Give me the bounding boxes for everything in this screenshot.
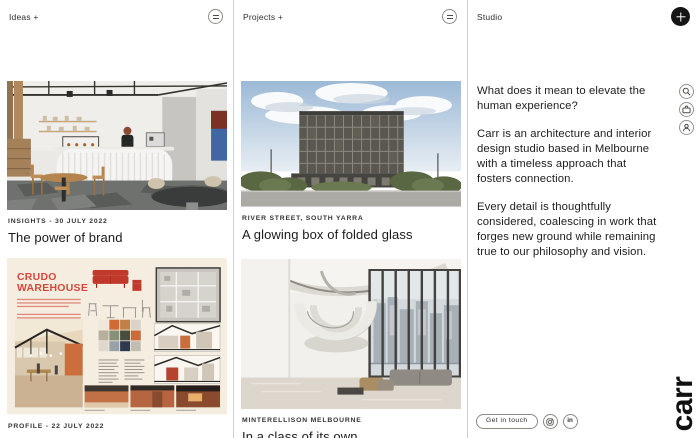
building-exterior-image xyxy=(241,81,461,207)
search-button[interactable] xyxy=(679,84,694,99)
article-title: A glowing box of folded glass xyxy=(242,227,467,242)
studio-intro: What does it mean to elevate the human e… xyxy=(468,26,700,260)
briefcase-icon xyxy=(682,105,691,114)
article-meta: MINTERELLISON MELBOURNE xyxy=(242,417,467,424)
article-image-staircase xyxy=(241,259,461,410)
get-in-touch-button[interactable]: Get in touch xyxy=(476,414,538,429)
studio-footer: Get in touch in xyxy=(476,414,578,429)
projects-title[interactable]: Projects + xyxy=(243,12,283,22)
article-meta: RIVER STREET, SOUTH YARRA xyxy=(242,215,467,222)
carr-homepage: Ideas + xyxy=(0,0,700,438)
article-crudo-warehouse[interactable]: CRUDO WAREHOUSE xyxy=(0,258,233,429)
projects-menu-button[interactable] xyxy=(442,9,457,24)
linkedin-icon: in xyxy=(567,418,573,424)
profile-button[interactable] xyxy=(679,120,694,135)
article-image-crudo-board: CRUDO WAREHOUSE xyxy=(7,258,227,414)
studio-title[interactable]: Studio xyxy=(477,12,502,22)
ideas-menu-button[interactable] xyxy=(208,9,223,24)
cafe-interior-image xyxy=(7,81,227,210)
studio-paragraph: What does it mean to elevate the human e… xyxy=(477,84,662,114)
article-image-building xyxy=(241,81,461,207)
studio-paragraph: Every detail is thoughtfully considered,… xyxy=(477,200,662,260)
article-meta: INSIGHTS - 30 JULY 2022 xyxy=(8,218,233,225)
article-meta: PROFILE - 22 JULY 2022 xyxy=(8,423,233,430)
article-power-of-brand[interactable]: INSIGHTS - 30 JULY 2022 The power of bra… xyxy=(0,81,233,245)
crudo-warehouse-board-image: CRUDO WAREHOUSE xyxy=(7,258,227,414)
projects-column: Projects + xyxy=(234,0,468,438)
instagram-button[interactable] xyxy=(543,414,558,429)
ideas-title[interactable]: Ideas + xyxy=(9,12,39,22)
studio-header: Studio xyxy=(468,0,700,26)
equals-icon xyxy=(447,15,453,16)
user-icon xyxy=(682,123,691,132)
studio-paragraph: Carr is an architecture and interior des… xyxy=(477,127,662,187)
instagram-icon xyxy=(546,418,554,426)
studio-plus-button[interactable] xyxy=(671,7,690,26)
article-title: In a class of its own xyxy=(242,429,467,438)
studio-column: Studio What does it mean to elevate the … xyxy=(468,0,700,438)
ideas-column: Ideas + xyxy=(0,0,234,438)
briefcase-button[interactable] xyxy=(679,102,694,117)
article-image-cafe xyxy=(7,81,227,210)
spiral-staircase-interior-image xyxy=(241,259,461,410)
linkedin-button[interactable]: in xyxy=(563,414,578,429)
equals-icon xyxy=(213,15,219,16)
crudo-title-line2: WAREHOUSE xyxy=(17,283,88,294)
article-river-street[interactable]: RIVER STREET, SOUTH YARRA A glowing box … xyxy=(234,81,467,242)
article-title: The power of brand xyxy=(8,230,233,245)
studio-icon-rail xyxy=(679,84,694,135)
ideas-header: Ideas + xyxy=(0,0,233,26)
search-icon xyxy=(682,87,691,96)
article-minterellison[interactable]: MINTERELLISON MELBOURNE In a class of it… xyxy=(234,259,467,438)
projects-header: Projects + xyxy=(234,0,467,26)
carr-logo[interactable]: carr xyxy=(667,372,699,436)
crudo-title-line1: CRUDO xyxy=(17,272,57,283)
